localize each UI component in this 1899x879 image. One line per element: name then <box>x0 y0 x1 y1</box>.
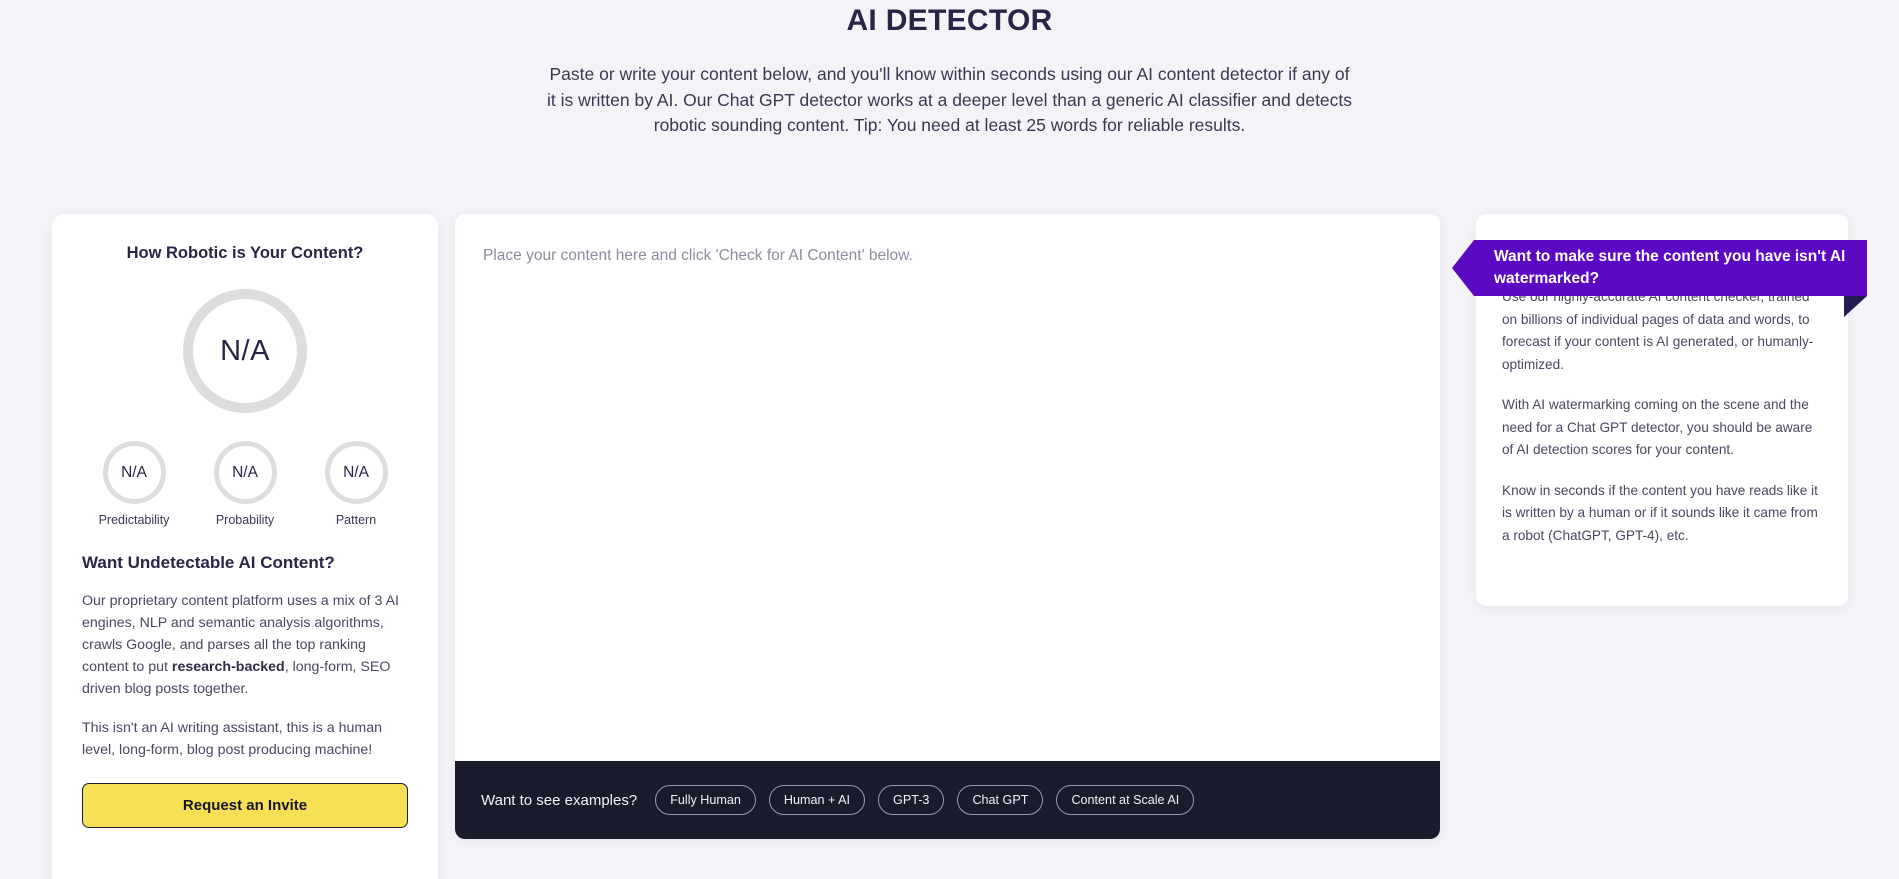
watermark-paragraph-1: Use our highly-accurate AI content check… <box>1502 289 1814 372</box>
examples-bar: Want to see examples? Fully Human Human … <box>455 761 1440 839</box>
example-chip-gpt-3[interactable]: GPT-3 <box>878 785 945 815</box>
metric-probability: N/A Probability <box>197 441 293 527</box>
example-chip-fully-human[interactable]: Fully Human <box>655 785 756 815</box>
request-invite-button[interactable]: Request an Invite <box>82 783 408 828</box>
watermark-ribbon-title: Want to make sure the content you have i… <box>1494 248 1846 287</box>
example-chip-content-at-scale-ai[interactable]: Content at Scale AI <box>1056 785 1195 815</box>
metric-label: Probability <box>215 513 275 527</box>
content-textarea[interactable] <box>455 214 1440 817</box>
main-gauge: N/A <box>82 289 408 413</box>
metric-label: Predictability <box>98 513 170 527</box>
promo-title: Want Undetectable AI Content? <box>82 553 335 572</box>
metric-value: N/A <box>232 463 258 481</box>
watermark-paragraph-2: With AI watermarking coming on the scene… <box>1502 397 1813 457</box>
metric-predictability: N/A Predictability <box>86 441 182 527</box>
gauge-ring: N/A <box>183 289 307 413</box>
ribbon-fold-decoration <box>1844 296 1867 317</box>
example-chip-chat-gpt[interactable]: Chat GPT <box>957 785 1044 815</box>
page-subtitle: Paste or write your content below, and y… <box>546 64 1353 135</box>
metric-list: N/A Predictability N/A Probability N/A P… <box>82 441 408 527</box>
score-panel-title: How Robotic is Your Content? <box>126 244 364 262</box>
page-title: AI DETECTOR <box>846 4 1053 37</box>
metric-ring: N/A <box>324 441 388 504</box>
metric-ring: N/A <box>102 441 166 504</box>
watermark-paragraph-3: Know in seconds if the content you have … <box>1502 482 1818 543</box>
metric-ring: N/A <box>213 441 277 504</box>
promo-text-bold: research-backed <box>171 659 285 675</box>
examples-label: Want to see examples? <box>481 791 638 809</box>
ai-detector-page: AI DETECTOR Paste or write your content … <box>0 0 1899 879</box>
promo-paragraph-2: This isn't an AI writing assistant, this… <box>82 720 382 758</box>
content-editor-panel: Up to 25,000 characters will be used. 0 … <box>455 214 1440 839</box>
metric-value: N/A <box>121 463 147 481</box>
promo-paragraph-1: Our proprietary content platform uses a … <box>82 590 408 700</box>
metric-pattern: N/A Pattern <box>308 441 404 527</box>
metric-value: N/A <box>343 463 369 481</box>
watermark-ribbon: Want to make sure the content you have i… <box>1452 240 1867 296</box>
metric-label: Pattern <box>335 513 377 527</box>
gauge-value: N/A <box>220 334 270 367</box>
example-chip-human-plus-ai[interactable]: Human + AI <box>768 785 866 815</box>
score-panel: How Robotic is Your Content? N/A N/A Pre… <box>52 214 438 879</box>
